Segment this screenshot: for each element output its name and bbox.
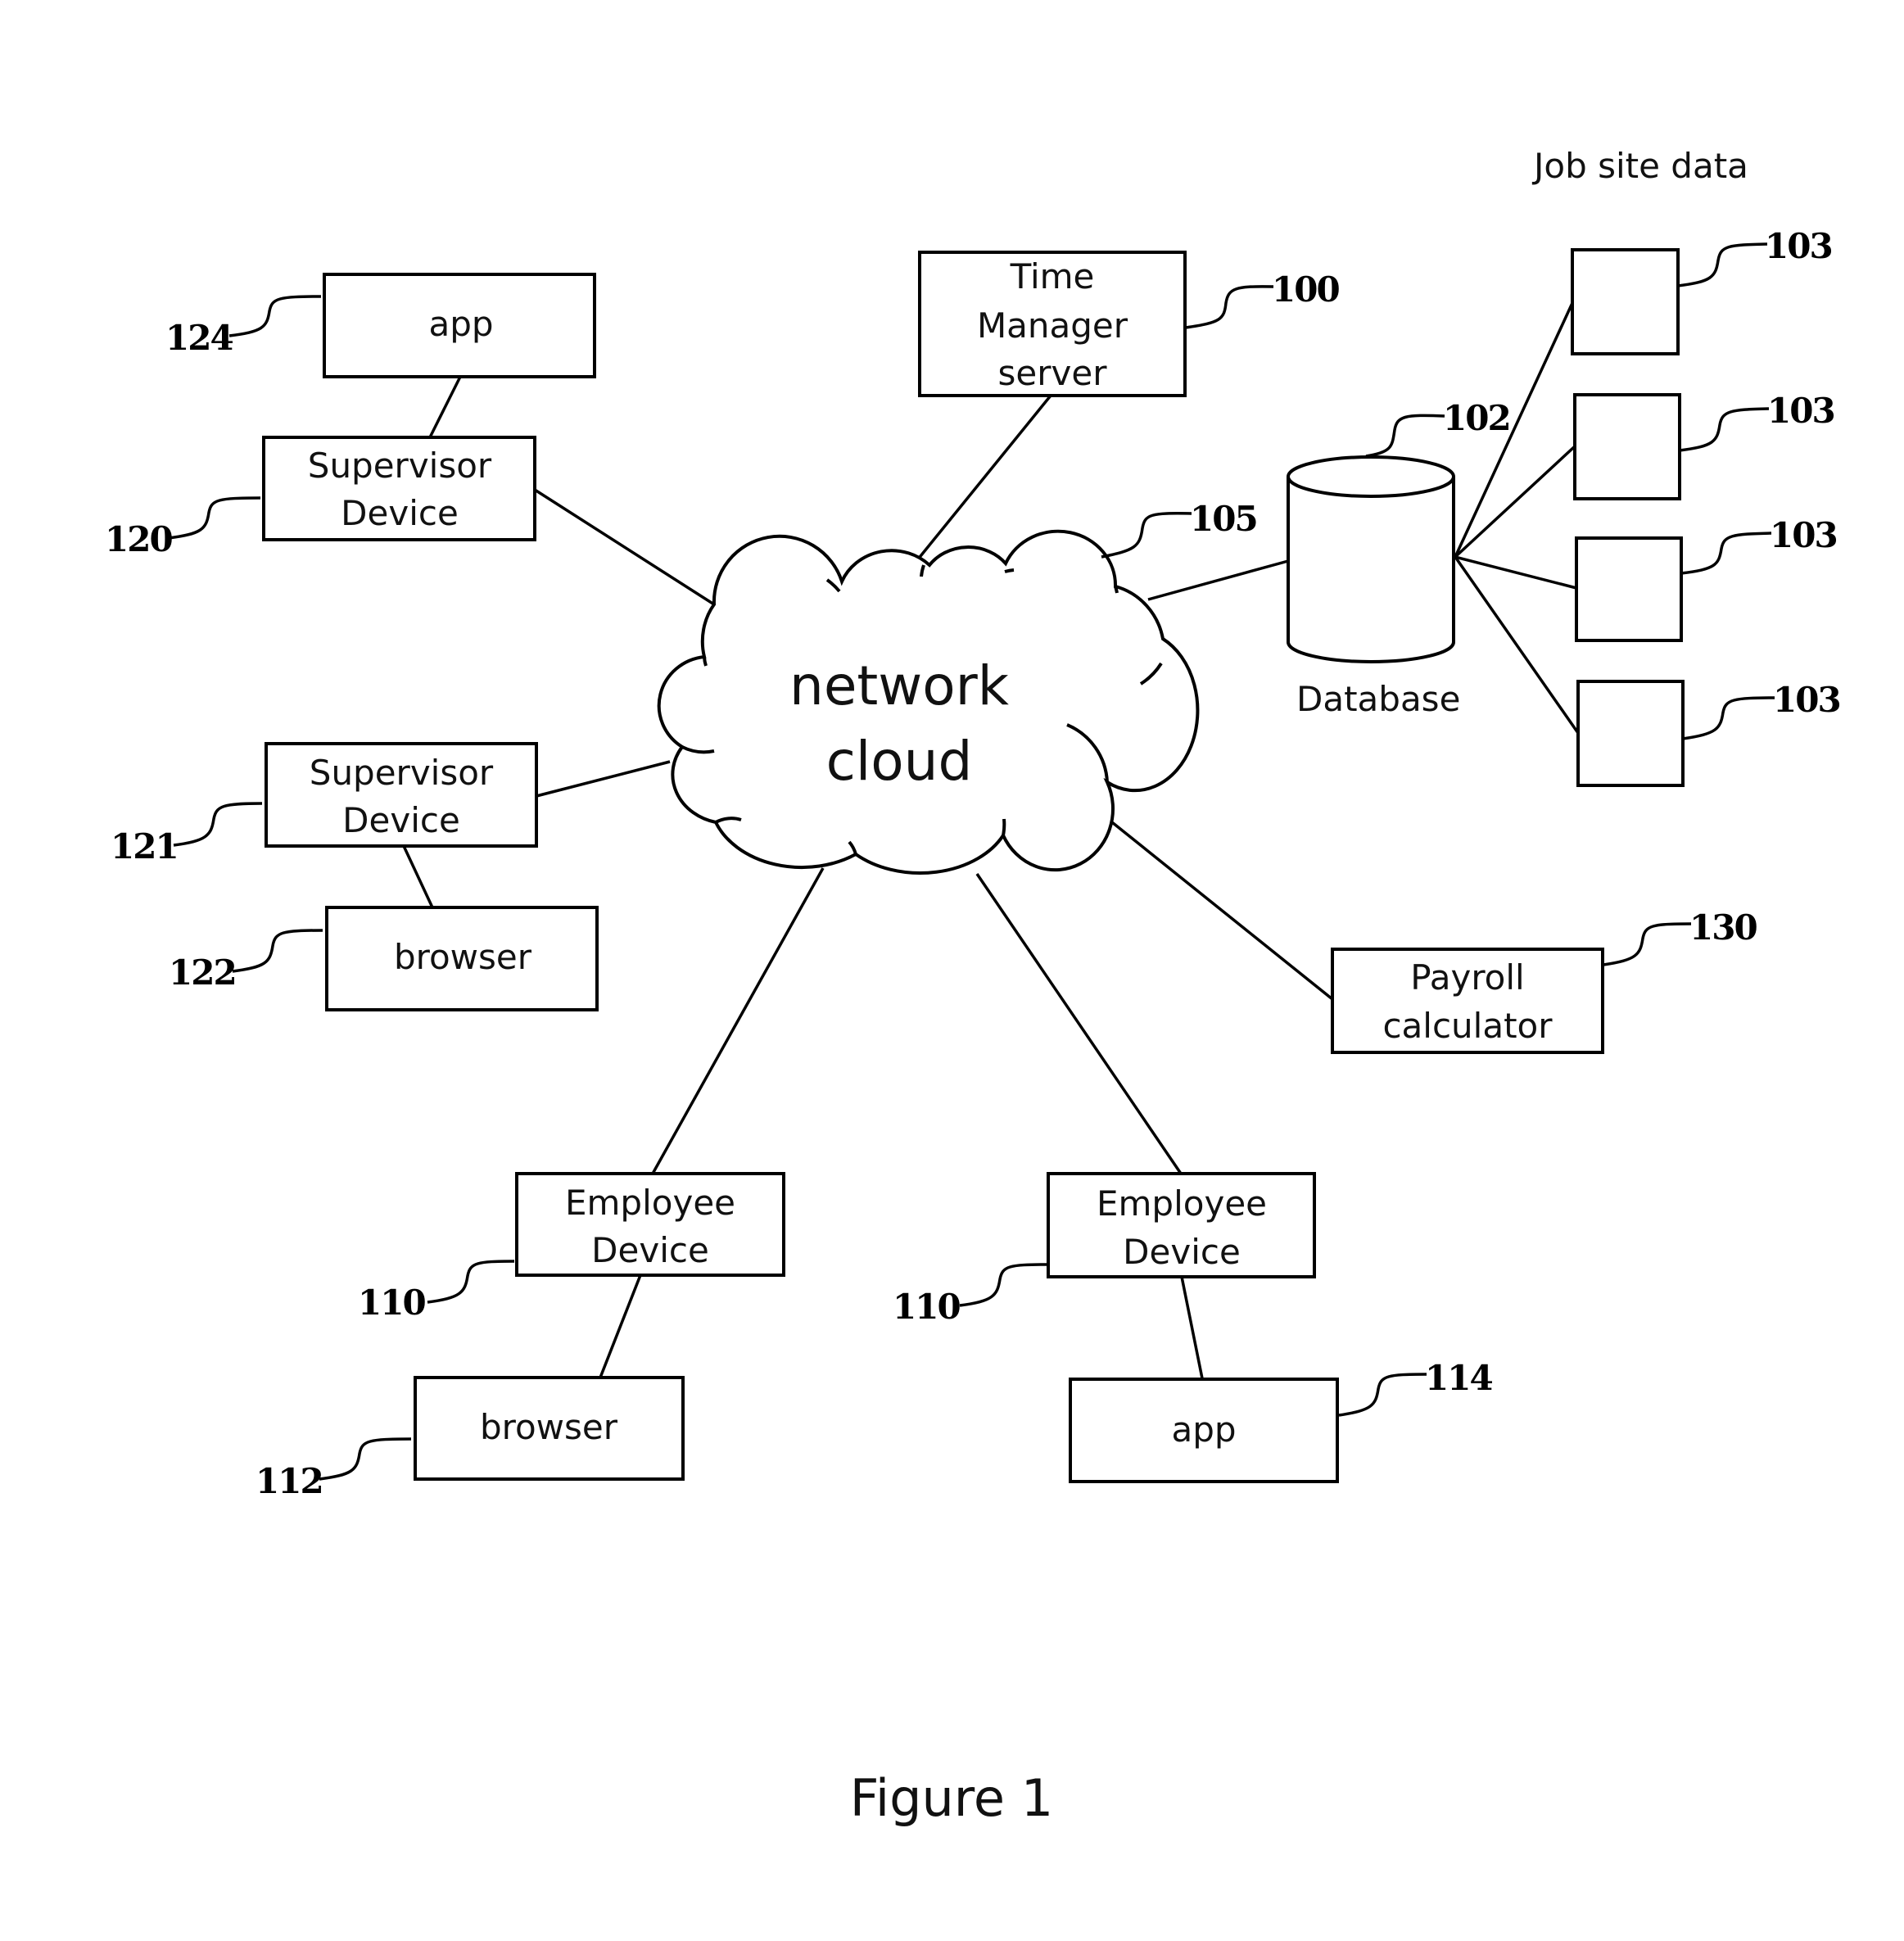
job-site-3-ref: 103 — [1770, 515, 1837, 555]
connector-database-to-job-site-2 — [1454, 445, 1576, 559]
job-site-box[interactable] — [1576, 680, 1685, 787]
supervisor-app-label: app — [428, 304, 493, 344]
payroll-ref-leader — [1603, 922, 1692, 966]
connector-supervisor-device-2-to-cloud — [536, 760, 671, 798]
payroll-label-line1: Payroll — [1410, 957, 1524, 998]
system-diagram: network cloud 105 Time Manager server 10… — [105, 146, 1842, 1828]
job-site-2-ref: 103 — [1767, 391, 1834, 431]
supervisor-browser-ref: 122 — [169, 952, 236, 993]
supervisor-browser-ref-leader — [232, 929, 323, 973]
supervisor-device-2-label-line1: Supervisor — [310, 753, 494, 793]
server-label-line3: server — [998, 353, 1108, 393]
employee-device-1[interactable]: Employee Device — [515, 1172, 785, 1277]
supervisor-browser[interactable]: browser — [325, 906, 599, 1011]
connector-app-to-supervisor-device-1 — [428, 376, 462, 438]
server-label-line2: Manager — [977, 305, 1128, 346]
database-ref: 102 — [1443, 398, 1510, 438]
employee-browser-label: browser — [480, 1407, 618, 1447]
job-site-1-ref-leader — [1677, 242, 1768, 287]
supervisor-device-2-ref-leader — [173, 802, 263, 847]
cloud-inner-arc — [1002, 818, 1006, 836]
employee-app[interactable]: app — [1069, 1378, 1339, 1483]
payroll-label-line2: calculator — [1382, 1006, 1553, 1046]
server-label-line1: Time — [1010, 256, 1095, 296]
employee-app-label: app — [1171, 1409, 1236, 1450]
job-site-box[interactable] — [1573, 393, 1681, 500]
cloud-ref-leader — [1101, 512, 1192, 559]
job-site-3-ref-leader — [1680, 532, 1772, 575]
employee-device-2-label-line1: Employee — [1097, 1183, 1267, 1224]
employee-app-ref: 114 — [1425, 1358, 1492, 1398]
payroll-ref: 130 — [1689, 907, 1757, 948]
supervisor-device-2[interactable]: Supervisor Device — [265, 742, 538, 848]
supervisor-device-1[interactable]: Supervisor Device — [262, 436, 536, 541]
job-site-1-ref: 103 — [1765, 226, 1832, 266]
supervisor-app[interactable]: app — [323, 273, 596, 378]
job-site-4[interactable] — [1576, 680, 1685, 787]
cloud-inner-arc — [1114, 586, 1119, 594]
employee-device-1-label-line2: Device — [591, 1230, 709, 1270]
employee-browser[interactable]: browser — [414, 1376, 685, 1481]
supervisor-device-2-label-line2: Device — [342, 800, 460, 840]
employee-device-1-ref: 110 — [358, 1283, 425, 1323]
connector-cloud-to-database — [1147, 559, 1289, 601]
employee-app-ref-leader — [1338, 1373, 1427, 1417]
database-cylinder-top[interactable] — [1287, 455, 1455, 498]
employee-device-2[interactable]: Employee Device — [1047, 1172, 1316, 1278]
cloud-inner-arc — [1004, 568, 1015, 573]
payroll-calculator[interactable]: Payroll calculator — [1331, 948, 1604, 1054]
cloud-ref: 105 — [1190, 499, 1257, 539]
job-site-title: Job site data — [1531, 146, 1748, 186]
cloud-inner-arc — [703, 656, 708, 667]
database-ref-leader — [1365, 414, 1445, 458]
supervisor-device-1-ref: 120 — [105, 519, 172, 559]
server-ref-leader — [1185, 285, 1274, 329]
employee-device-1-ref-leader — [427, 1260, 515, 1304]
connector-employee-device-2-to-app — [1180, 1276, 1204, 1379]
job-site-box[interactable] — [1575, 536, 1683, 642]
connector-cloud-to-payroll — [1098, 811, 1334, 1001]
supervisor-app-ref-leader — [228, 295, 322, 337]
server-ref: 100 — [1272, 269, 1339, 310]
supervisor-device-2-ref: 121 — [111, 826, 178, 866]
job-site-4-ref: 103 — [1773, 680, 1840, 720]
supervisor-app-ref: 124 — [165, 318, 233, 358]
supervisor-device-1-ref-leader — [168, 496, 261, 540]
employee-device-1-label-line1: Employee — [565, 1183, 735, 1223]
employee-device-2-label-line2: Device — [1123, 1232, 1241, 1272]
employee-device-2-ref-leader — [959, 1263, 1047, 1307]
job-site-3[interactable] — [1575, 536, 1683, 642]
cloud-label-line1: network — [789, 654, 1010, 717]
job-site-1[interactable] — [1571, 248, 1680, 355]
job-site-2[interactable] — [1573, 393, 1681, 500]
cloud-label-line2: cloud — [826, 730, 973, 793]
connector-supervisor-device-1-to-cloud — [534, 488, 715, 606]
job-site-box[interactable] — [1571, 248, 1680, 355]
database-label: Database — [1296, 679, 1460, 719]
employee-browser-ref-leader — [319, 1437, 412, 1481]
supervisor-browser-label: browser — [394, 937, 532, 977]
connector-cloud-to-employee-device-1 — [651, 867, 825, 1174]
database[interactable]: Database — [1287, 455, 1460, 719]
supervisor-device-1-label-line1: Supervisor — [308, 446, 492, 486]
employee-device-2-ref: 110 — [893, 1287, 960, 1327]
job-site-2-ref-leader — [1679, 407, 1770, 452]
time-manager-server[interactable]: Time Manager server — [918, 251, 1187, 397]
job-site-4-ref-leader — [1682, 696, 1775, 740]
supervisor-device-1-label-line2: Device — [341, 493, 459, 533]
connector-server-to-cloud — [916, 394, 1052, 562]
connector-employee-device-1-to-browser — [599, 1274, 642, 1378]
connector-cloud-to-employee-device-2 — [975, 873, 1183, 1174]
employee-browser-ref: 112 — [256, 1461, 323, 1501]
figure-caption: Figure 1 — [850, 1768, 1053, 1828]
database-cylinder-body[interactable] — [1287, 477, 1455, 663]
connector-supervisor-device-2-to-browser — [402, 845, 434, 908]
network-cloud: network cloud — [657, 529, 1200, 875]
